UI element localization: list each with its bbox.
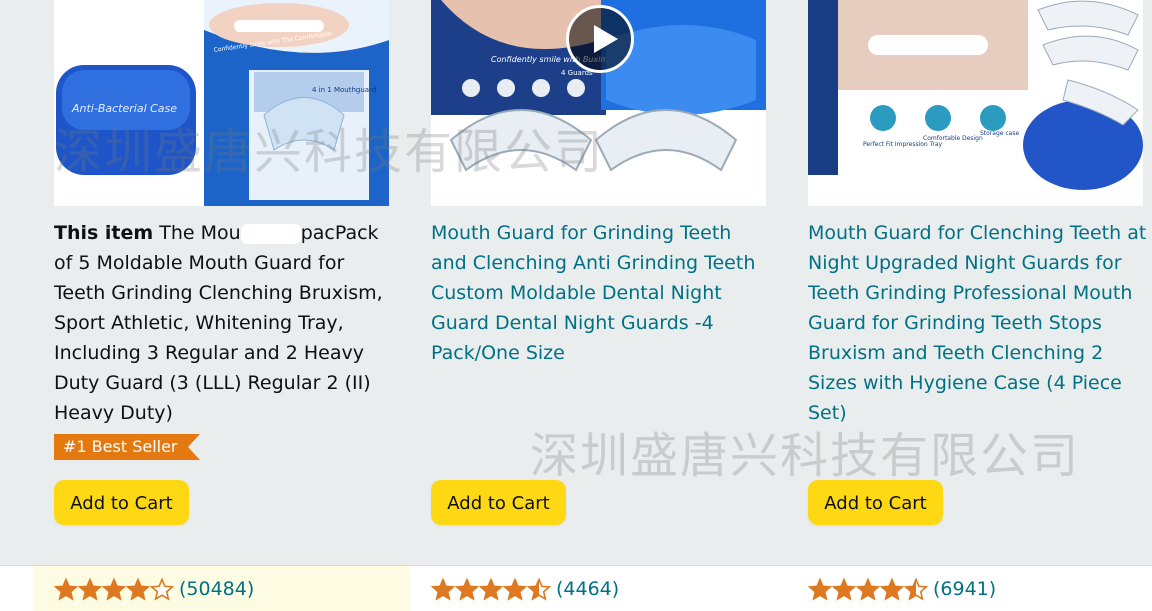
star-icon: [54, 578, 79, 601]
star-rating-3[interactable]: [808, 578, 928, 602]
redacted-area: [240, 223, 301, 244]
image-caption: Anti-Bacterial Case: [71, 102, 177, 115]
star-icon: [101, 578, 127, 601]
star-icon: [855, 578, 881, 601]
svg-text:Perfect Fit Impression Tray: Perfect Fit Impression Tray: [863, 141, 943, 148]
empty-star-icon: [149, 578, 174, 601]
best-seller-badge: #1 Best Seller: [54, 434, 199, 460]
product-title-2[interactable]: Mouth Guard for Grinding Teeth and Clenc…: [431, 218, 771, 368]
star-icon: [431, 578, 456, 601]
best-seller-badge-label: #1 Best Seller: [54, 434, 199, 460]
this-item-label: This item: [54, 222, 154, 244]
review-count-3[interactable]: (6941): [933, 576, 996, 602]
product-image-3[interactable]: Perfect Fit Impression Tray Comfortable …: [808, 0, 1143, 206]
product-title-3[interactable]: Mouth Guard for Clenching Teeth at Night…: [808, 218, 1152, 428]
svg-text:4 in 1 Mouthguard: 4 in 1 Mouthguard: [312, 86, 376, 94]
star-icon: [77, 578, 103, 601]
star-icon: [125, 578, 151, 601]
product-title-1-rest: pacPack of 5 Moldable Mouth Guard for Te…: [54, 222, 383, 424]
add-to-cart-button-1[interactable]: Add to Cart: [54, 480, 189, 525]
product-title-1-start: The Mou: [159, 222, 241, 244]
half-star-icon: [526, 578, 551, 601]
star-icon: [454, 578, 480, 601]
svg-text:Storage case: Storage case: [980, 130, 1019, 137]
product-image-1-art: Anti-Bacterial Case 4 in 1 Mouthguard Co…: [54, 0, 389, 206]
review-count-1[interactable]: (50484): [179, 576, 254, 602]
star-rating-2[interactable]: [431, 578, 551, 602]
product-title-1: This item The Mou pacPack of 5 Moldable M…: [54, 218, 394, 428]
svg-text:Comfortable Design: Comfortable Design: [923, 135, 983, 142]
half-star-icon: [903, 578, 928, 601]
star-rating-1[interactable]: [54, 578, 174, 602]
play-icon[interactable]: [566, 5, 634, 73]
add-to-cart-button-3[interactable]: Add to Cart: [808, 480, 943, 525]
product-image-3-art: Perfect Fit Impression Tray Comfortable …: [808, 0, 1143, 206]
star-icon: [831, 578, 857, 601]
star-icon: [478, 578, 504, 601]
star-icon: [808, 578, 833, 601]
add-to-cart-button-2[interactable]: Add to Cart: [431, 480, 566, 525]
star-icon: [879, 578, 905, 601]
review-count-2[interactable]: (4464): [556, 576, 619, 602]
star-icon: [502, 578, 528, 601]
product-image-1[interactable]: Anti-Bacterial Case 4 in 1 Mouthguard Co…: [54, 0, 389, 206]
